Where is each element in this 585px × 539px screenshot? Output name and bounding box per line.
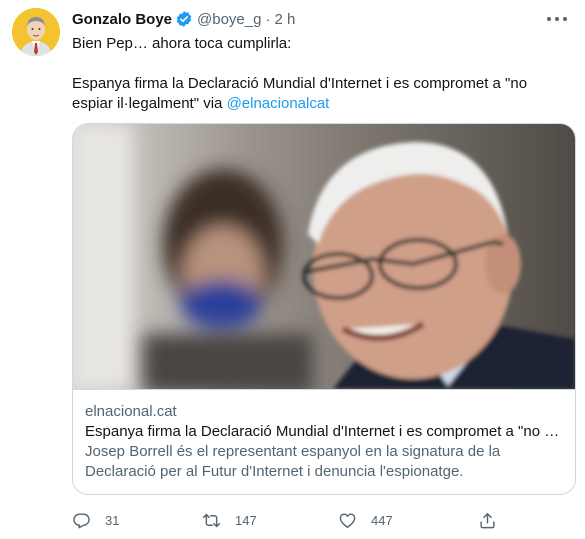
avatar-illustration	[12, 8, 60, 56]
more-dot	[555, 17, 559, 21]
retweet-button[interactable]: 147	[202, 509, 257, 531]
mention-link[interactable]: @elnacionalcat	[227, 95, 330, 112]
retweet-count: 147	[235, 512, 257, 528]
verified-badge-icon	[176, 11, 192, 27]
card-body: elnacional.cat Espanya firma la Declarac…	[73, 389, 575, 494]
card-description: Josep Borrell és el representant espanyo…	[85, 443, 501, 480]
reply-icon	[73, 512, 90, 528]
link-preview-card[interactable]: elnacional.cat Espanya firma la Declarac…	[72, 123, 576, 495]
more-dot	[547, 17, 551, 21]
author-handle[interactable]: @boye_g	[197, 11, 261, 28]
share-button[interactable]	[478, 509, 497, 531]
avatar[interactable]	[12, 8, 60, 56]
heart-icon	[339, 512, 356, 528]
card-domain: elnacional.cat	[85, 403, 177, 420]
reply-button[interactable]: 31	[72, 509, 119, 531]
more-dot	[563, 17, 567, 21]
card-image	[73, 124, 575, 389]
like-count: 447	[371, 512, 393, 528]
tweet-line-1: Bien Pep… ahora toca cumplirla:	[72, 35, 292, 52]
tweet-timestamp[interactable]: 2 h	[274, 11, 295, 28]
tweet-text: Bien Pep… ahora toca cumplirla: Espanya …	[72, 34, 572, 114]
author-name[interactable]: Gonzalo Boye	[72, 11, 172, 28]
retweet-icon	[202, 513, 221, 527]
reply-count: 31	[105, 512, 120, 528]
tweet-actions: 31 147 447	[72, 509, 512, 531]
more-icon[interactable]	[547, 12, 567, 26]
tweet-line-2: Espanya firma la Declaració Mundial d'In…	[72, 74, 572, 114]
share-icon	[480, 512, 495, 528]
header-separator: ·	[265, 10, 271, 28]
like-button[interactable]: 447	[338, 509, 393, 531]
tweet-header: Gonzalo Boye @boye_g · 2 h	[72, 9, 295, 29]
card-title: Espanya firma la Declaració Mundial d'In…	[85, 423, 563, 440]
